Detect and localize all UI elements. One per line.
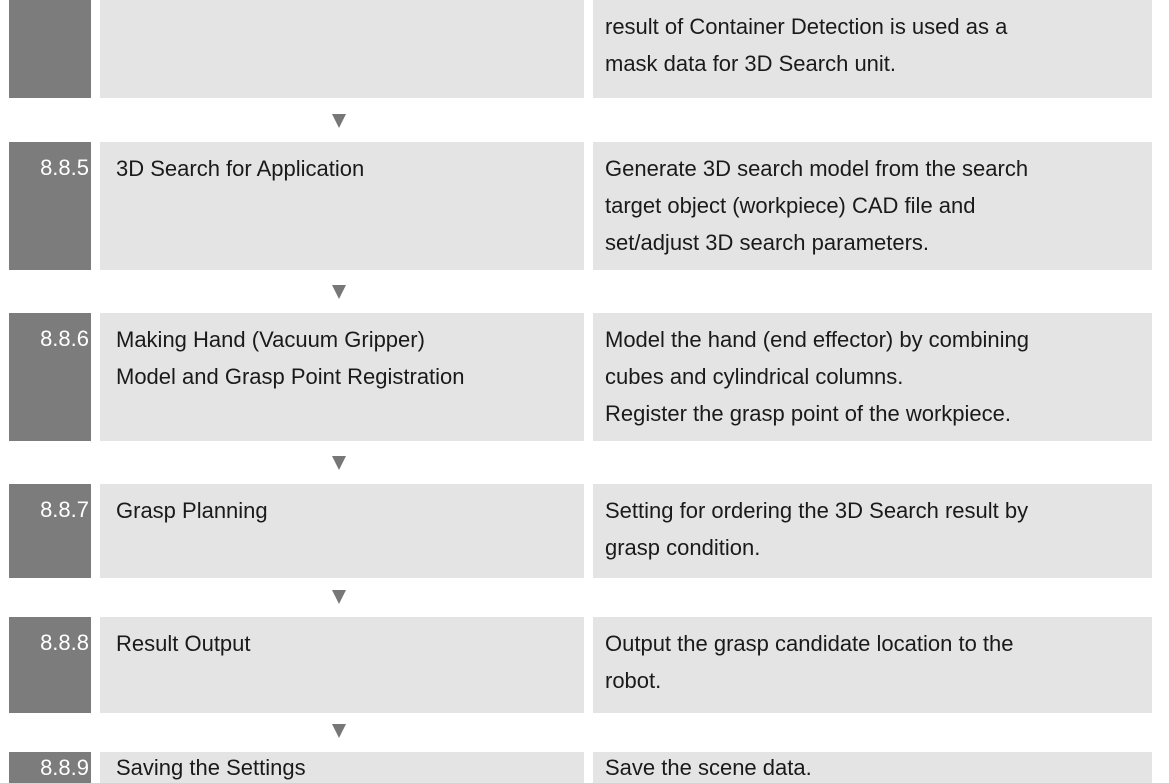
title-line: Model and Grasp Point Registration	[116, 364, 465, 389]
description-line: grasp condition.	[605, 535, 761, 560]
description-line: cubes and cylindrical columns.	[605, 364, 904, 389]
flow-step-8-8-6: 8.8.6 Making Hand (Vacuum Gripper) Model…	[0, 313, 1169, 441]
step-number: 8.8.8	[9, 617, 91, 713]
step-description: Output the grasp candidate location to t…	[593, 617, 1152, 713]
down-arrow-icon	[332, 590, 346, 604]
step-description: result of Container Detection is used as…	[593, 0, 1152, 98]
title-line: Saving the Settings	[116, 755, 306, 780]
step-number: 8.8.5	[9, 142, 91, 270]
flow-step-8-8-8: 8.8.8 Result Output Output the grasp can…	[0, 617, 1169, 713]
description-line: Output the grasp candidate location to t…	[605, 631, 1014, 656]
step-number: 8.8.9	[9, 752, 91, 783]
step-number: 8.8.6	[9, 313, 91, 441]
description-line: mask data for 3D Search unit.	[605, 51, 897, 76]
description-line: set/adjust 3D search parameters.	[605, 230, 930, 255]
flow-step-8-8-7: 8.8.7 Grasp Planning Setting for orderin…	[0, 484, 1169, 578]
flow-step-continued: result of Container Detection is used as…	[0, 0, 1169, 98]
step-description: Save the scene data.	[593, 752, 1152, 783]
title-line: 3D Search for Application	[116, 156, 365, 181]
description-line: Register the grasp point of the workpiec…	[605, 401, 1012, 426]
description-line: target object (workpiece) CAD file and	[605, 193, 976, 218]
step-title-cell	[100, 0, 584, 98]
step-title: Making Hand (Vacuum Gripper) Model and G…	[100, 313, 584, 441]
description-line: Model the hand (end effector) by combini…	[605, 327, 1029, 352]
step-title: Saving the Settings	[100, 752, 584, 783]
down-arrow-icon	[332, 456, 346, 470]
down-arrow-icon	[332, 285, 346, 299]
down-arrow-icon	[332, 724, 346, 738]
step-title: Grasp Planning	[100, 484, 584, 578]
step-number: 8.8.7	[9, 484, 91, 578]
step-description: Model the hand (end effector) by combini…	[593, 313, 1152, 441]
title-line: Making Hand (Vacuum Gripper)	[116, 327, 425, 352]
title-line: Result Output	[116, 631, 251, 656]
step-number-cell	[9, 0, 91, 98]
description-line: Setting for ordering the 3D Search resul…	[605, 498, 1029, 523]
description-line: result of Container Detection is used as…	[605, 14, 1008, 39]
step-title: 3D Search for Application	[100, 142, 584, 270]
description-line: robot.	[605, 668, 662, 693]
flow-step-8-8-9: 8.8.9 Saving the Settings Save the scene…	[0, 752, 1169, 783]
title-line: Grasp Planning	[116, 498, 268, 523]
flow-step-8-8-5: 8.8.5 3D Search for Application Generate…	[0, 142, 1169, 270]
step-description: Setting for ordering the 3D Search resul…	[593, 484, 1152, 578]
description-line: Generate 3D search model from the search	[605, 156, 1029, 181]
step-title: Result Output	[100, 617, 584, 713]
description-line: Save the scene data.	[605, 755, 812, 780]
down-arrow-icon	[332, 114, 346, 128]
step-description: Generate 3D search model from the search…	[593, 142, 1152, 270]
